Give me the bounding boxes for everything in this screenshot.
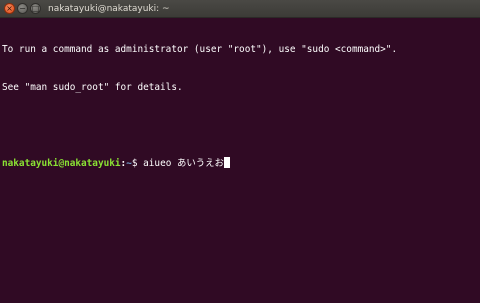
terminal-output[interactable]: To run a command as administrator (user … <box>0 18 480 303</box>
command-input[interactable]: aiueo あいうえお <box>143 158 224 169</box>
title-bar[interactable]: × − □ nakatayuki@nakatayuki: ~ <box>0 0 480 18</box>
terminal-line: To run a command as administrator (user … <box>2 44 398 55</box>
text-cursor <box>223 156 230 168</box>
terminal-window: × − □ nakatayuki@nakatayuki: ~ To run a … <box>0 0 480 303</box>
window-title: nakatayuki@nakatayuki: ~ <box>48 4 170 14</box>
terminal-line: See "man sudo_root" for details. <box>2 81 183 93</box>
maximize-icon[interactable]: □ <box>30 3 41 14</box>
minimize-icon[interactable]: − <box>17 3 28 14</box>
prompt-symbol: $ <box>131 157 144 169</box>
prompt-line[interactable]: nakatayuki@nakatayuki:~$ aiueo あいうえお <box>2 156 478 170</box>
prompt-user-host: nakatayuki@nakatayuki <box>2 157 121 169</box>
close-icon[interactable]: × <box>4 3 15 14</box>
